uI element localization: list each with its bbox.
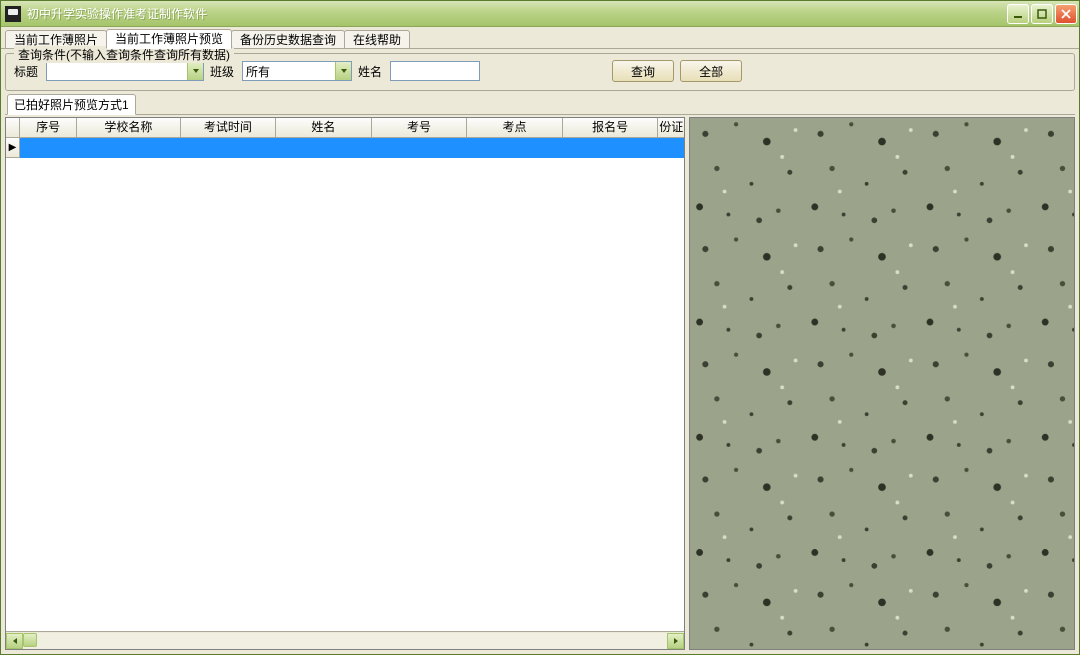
app-icon — [5, 6, 21, 22]
label-title: 标题 — [14, 63, 38, 80]
header-indicator — [6, 118, 20, 137]
title-input[interactable] — [47, 62, 187, 80]
cell[interactable] — [77, 138, 180, 158]
window-controls — [1007, 4, 1077, 24]
content-area: 查询条件(不输入查询条件查询所有数据) 标题 班级 姓名 — [1, 49, 1079, 654]
grid-header: 序号 学校名称 考试时间 姓名 考号 考点 报名号 份证 — [6, 118, 684, 138]
horizontal-scrollbar[interactable] — [6, 631, 684, 649]
close-button[interactable] — [1055, 4, 1077, 24]
preview-placeholder — [690, 118, 1074, 649]
minimize-button[interactable] — [1007, 4, 1029, 24]
tab-history-query[interactable]: 备份历史数据查询 — [231, 30, 345, 48]
cell[interactable] — [467, 138, 563, 158]
query-button[interactable]: 查询 — [612, 60, 674, 82]
maximize-button[interactable] — [1031, 4, 1053, 24]
sub-tab-preview-mode-1[interactable]: 已拍好照片预览方式1 — [7, 94, 136, 115]
title-combo[interactable] — [46, 61, 204, 81]
table-row[interactable]: ▶ — [6, 138, 684, 158]
col-school[interactable]: 学校名称 — [77, 118, 180, 137]
cell[interactable] — [20, 138, 77, 158]
col-index[interactable]: 序号 — [20, 118, 77, 137]
class-combo[interactable] — [242, 61, 352, 81]
cell[interactable] — [181, 138, 277, 158]
main-split: 序号 学校名称 考试时间 姓名 考号 考点 报名号 份证 ▶ — [5, 117, 1075, 650]
title-dropdown-icon[interactable] — [187, 62, 203, 80]
name-input[interactable] — [390, 61, 480, 81]
col-name[interactable]: 姓名 — [276, 118, 372, 137]
label-name: 姓名 — [358, 63, 382, 80]
scroll-track[interactable] — [23, 633, 667, 649]
scroll-left-icon[interactable] — [6, 633, 23, 649]
tab-online-help[interactable]: 在线帮助 — [344, 30, 410, 48]
data-grid: 序号 学校名称 考试时间 姓名 考号 考点 报名号 份证 ▶ — [5, 117, 685, 650]
title-bar: 初中升学实验操作准考证制作软件 — [1, 1, 1079, 27]
row-indicator-icon: ▶ — [6, 138, 20, 158]
col-id-partial[interactable]: 份证 — [658, 118, 684, 137]
main-tabs: 当前工作薄照片 当前工作薄照片预览 备份历史数据查询 在线帮助 — [1, 27, 1079, 49]
class-input[interactable] — [243, 62, 335, 80]
cell[interactable] — [563, 138, 659, 158]
tab-workbook-preview[interactable]: 当前工作薄照片预览 — [106, 29, 232, 49]
sub-tabs: 已拍好照片预览方式1 — [5, 95, 1075, 115]
scroll-thumb[interactable] — [23, 633, 37, 647]
query-fieldset: 查询条件(不输入查询条件查询所有数据) 标题 班级 姓名 — [5, 53, 1075, 91]
app-window: 初中升学实验操作准考证制作软件 当前工作薄照片 当前工作薄照片预览 备份历史数据… — [0, 0, 1080, 655]
col-reg-no[interactable]: 报名号 — [563, 118, 659, 137]
col-exam-time[interactable]: 考试时间 — [181, 118, 277, 137]
all-button[interactable]: 全部 — [680, 60, 742, 82]
cell[interactable] — [658, 138, 684, 158]
window-title: 初中升学实验操作准考证制作软件 — [27, 5, 1007, 22]
label-class: 班级 — [210, 63, 234, 80]
class-dropdown-icon[interactable] — [335, 62, 351, 80]
filter-row: 标题 班级 姓名 查询 全部 — [14, 60, 1066, 82]
grid-body[interactable]: ▶ — [6, 138, 684, 631]
col-exam-no[interactable]: 考号 — [372, 118, 468, 137]
cell[interactable] — [276, 138, 372, 158]
scroll-right-icon[interactable] — [667, 633, 684, 649]
cell[interactable] — [372, 138, 468, 158]
photo-preview-pane — [689, 117, 1075, 650]
col-exam-site[interactable]: 考点 — [467, 118, 563, 137]
